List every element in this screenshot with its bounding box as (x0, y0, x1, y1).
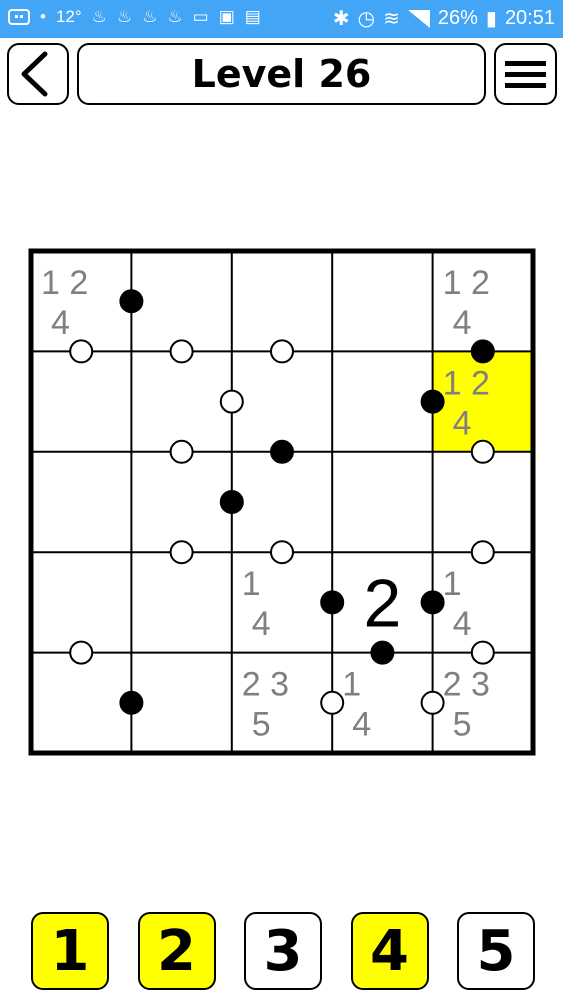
digit-button-2[interactable]: 2 (137, 912, 216, 990)
candidate-digits: 1 2 (443, 264, 490, 302)
grid-cell[interactable] (332, 251, 433, 352)
grid-cell[interactable] (131, 351, 232, 452)
white-dot (169, 339, 194, 364)
candidate-digits: 1 (242, 565, 261, 603)
digit-button-5[interactable]: 5 (457, 912, 535, 990)
white-dot (270, 540, 294, 565)
candidate-digits: 1 (342, 666, 361, 704)
black-dot (219, 490, 244, 514)
candidate-digits: 4 (453, 304, 472, 342)
black-dot (320, 590, 345, 615)
black-dot (420, 389, 445, 414)
grid-cell[interactable] (332, 351, 433, 452)
black-dot (119, 289, 144, 314)
candidate-digits: 2 3 (242, 666, 289, 704)
white-dot (69, 339, 94, 364)
white-dot (470, 439, 495, 464)
white-dot (470, 640, 495, 665)
black-dot (270, 439, 294, 464)
candidate-digits: 5 (453, 706, 472, 744)
white-dot (69, 640, 94, 665)
candidate-digits: 1 2 (443, 364, 490, 402)
candidate-digits: 4 (453, 605, 472, 643)
white-dot (270, 339, 294, 364)
grid-cell[interactable] (231, 351, 333, 452)
candidate-digits: 4 (453, 404, 472, 442)
black-dot (119, 690, 144, 715)
white-dot (420, 690, 445, 715)
grid-cell[interactable] (432, 451, 533, 553)
grid-cell[interactable] (31, 652, 132, 753)
candidate-digits: 1 (443, 565, 462, 603)
candidate-digits: 4 (352, 706, 371, 744)
white-dot (320, 690, 345, 715)
digit-button-3[interactable]: 3 (244, 912, 322, 990)
black-dot (470, 339, 495, 364)
digit-button-4[interactable]: 4 (350, 912, 429, 990)
grid-cell[interactable] (31, 451, 132, 553)
white-dot (169, 540, 194, 565)
black-dot (370, 640, 395, 665)
candidate-digits: 5 (252, 706, 271, 744)
cell-value: 2 (363, 565, 401, 641)
candidate-digits: 4 (51, 304, 70, 342)
digit-button-1[interactable]: 1 (31, 912, 109, 990)
grid-cell[interactable] (131, 251, 232, 352)
grid-cell[interactable] (131, 652, 232, 753)
white-dot (219, 389, 244, 414)
candidate-digits: 4 (252, 605, 271, 643)
grid-cell[interactable] (131, 451, 232, 553)
puzzle-board[interactable]: 1 241 241 2414142 35142 352 (0, 0, 563, 1000)
black-dot (420, 590, 445, 615)
grid-cell[interactable] (332, 451, 433, 553)
candidate-digits: 2 3 (443, 666, 490, 704)
candidate-digits: 1 2 (41, 264, 88, 302)
white-dot (169, 439, 194, 464)
white-dot (470, 540, 495, 565)
grid-cell[interactable] (231, 251, 333, 352)
grid-cell[interactable] (31, 552, 132, 653)
grid-cell[interactable] (131, 552, 232, 653)
grid-cell[interactable] (231, 451, 333, 553)
grid-cell[interactable] (31, 351, 132, 452)
